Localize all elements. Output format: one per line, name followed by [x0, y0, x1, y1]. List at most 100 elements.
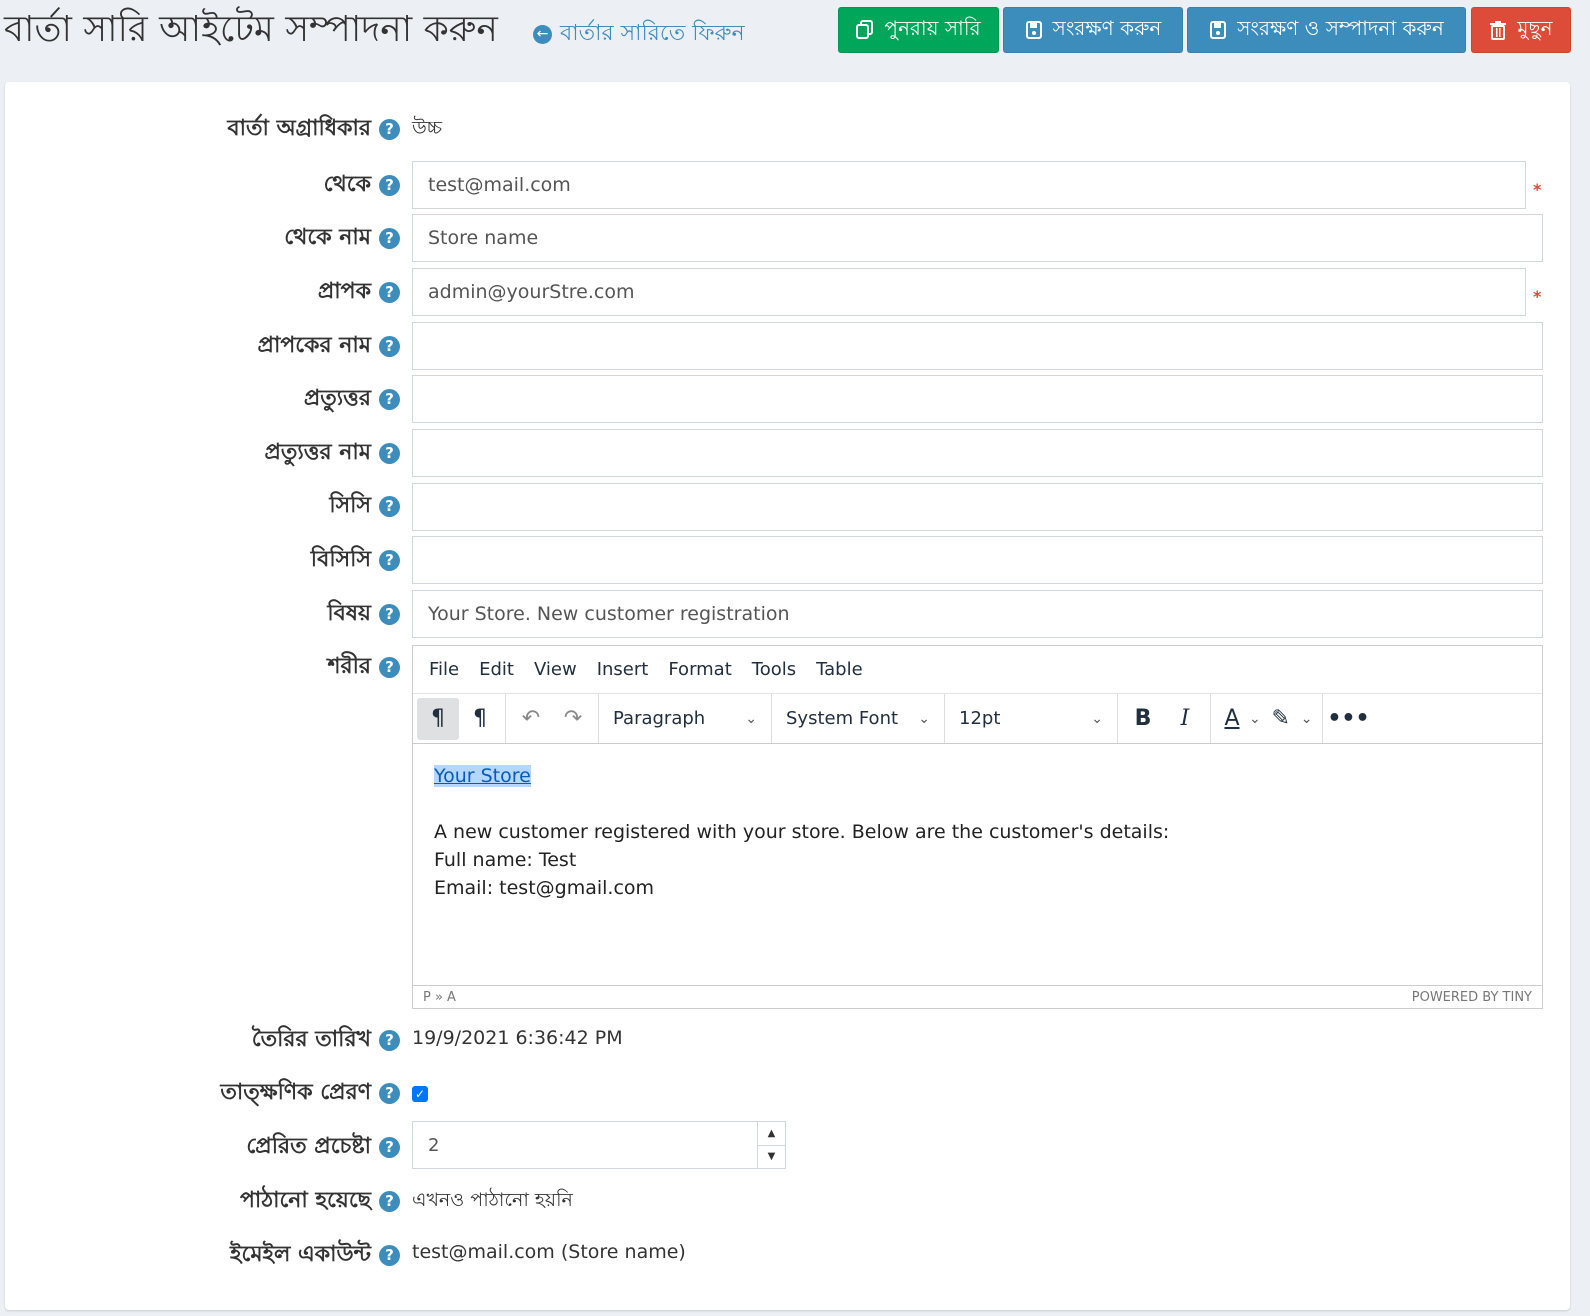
powered-by[interactable]: POWERED BY TINY [1412, 990, 1532, 1005]
help-icon[interactable]: ? [379, 1244, 400, 1266]
chevron-down-icon: ⌄ [918, 710, 930, 727]
ltr-direction-icon[interactable]: ¶ [459, 698, 501, 740]
to-name-label-row: প্রাপকের নাম ? [0, 329, 400, 363]
menu-edit[interactable]: Edit [469, 659, 524, 680]
help-icon[interactable]: ? [379, 174, 400, 196]
from-name-label-row: থেকে নাম ? [0, 221, 400, 255]
editor-content[interactable]: Your Store A new customer registered wit… [413, 744, 1542, 986]
trash-icon [1490, 21, 1507, 40]
help-icon[interactable]: ? [379, 227, 400, 249]
floppy-disk-icon [1210, 21, 1227, 39]
font-size-value: 12pt [959, 708, 1001, 729]
copy-icon [856, 20, 874, 39]
from-name-label: থেকে নাম [284, 224, 371, 250]
help-icon[interactable]: ? [379, 549, 400, 571]
delete-button[interactable]: মুছুন [1471, 7, 1571, 53]
save-and-continue-button[interactable]: সংরক্ষণ ও সম্পাদনা করুন [1187, 7, 1466, 53]
menu-table[interactable]: Table [806, 659, 873, 680]
decrement-arrow-icon[interactable]: ▼ [758, 1146, 785, 1169]
chevron-down-icon[interactable]: ⌄ [1301, 711, 1319, 727]
menu-tools[interactable]: Tools [742, 659, 806, 680]
send-immediately-label-row: তাত্ক্ষণিক প্রেরণ ? [0, 1076, 400, 1110]
from-field[interactable]: test@mail.com [412, 161, 1526, 209]
help-icon[interactable]: ? [379, 1136, 400, 1158]
editor-statusbar: P » A POWERED BY TINY [413, 985, 1542, 1008]
sent-tries-value[interactable]: 2 [413, 1122, 757, 1168]
sent-tries-stepper[interactable]: 2 ▲ ▼ [412, 1121, 786, 1169]
help-icon[interactable]: ? [379, 495, 400, 517]
to-name-field[interactable] [412, 322, 1543, 370]
send-immediately-label: তাত্ক্ষণিক প্রেরণ [220, 1079, 371, 1105]
to-label-row: প্রাপক ? [0, 275, 400, 309]
save-button[interactable]: সংরক্ষণ করুন [1003, 7, 1183, 53]
font-size-select[interactable]: 12pt ⌄ [945, 694, 1118, 743]
reply-to-label-row: প্রত্যুত্তর ? [0, 382, 400, 416]
back-to-queue-link[interactable]: ← বার্তার সারিতে ফিরুন [533, 16, 745, 53]
font-family-select[interactable]: System Font ⌄ [772, 694, 945, 743]
required-marker: * [1533, 287, 1542, 306]
content-line: Email: test@gmail.com [434, 877, 655, 899]
undo-icon[interactable]: ↶ [510, 698, 552, 740]
help-icon[interactable]: ? [379, 335, 400, 357]
priority-label: বার্তা অগ্রাধিকার [227, 115, 371, 141]
from-name-field[interactable]: Store name [412, 214, 1543, 262]
help-icon[interactable]: ? [379, 656, 400, 678]
help-icon[interactable]: ? [379, 388, 400, 410]
reply-to-field[interactable] [412, 375, 1543, 423]
help-icon[interactable]: ? [379, 118, 400, 140]
italic-icon[interactable]: I [1164, 698, 1206, 740]
bcc-field[interactable] [412, 536, 1543, 584]
menu-view[interactable]: View [524, 659, 587, 680]
to-name-label: প্রাপকের নাম [257, 332, 371, 358]
history-group: ↶ ↷ [506, 694, 599, 743]
sent-tries-label: প্রেরিত প্রচেষ্টা [246, 1133, 371, 1159]
send-immediately-checkbox[interactable]: ✓ [412, 1086, 428, 1102]
to-label: প্রাপক [317, 278, 371, 304]
store-link[interactable]: Your Store [434, 765, 531, 787]
editor-toolbar: ¶ ¶ ↶ ↷ Paragraph ⌄ System Font ⌄ 12pt ⌄… [413, 694, 1542, 744]
menu-insert[interactable]: Insert [587, 659, 659, 680]
help-icon[interactable]: ? [379, 603, 400, 625]
help-icon[interactable]: ? [379, 442, 400, 464]
help-icon[interactable]: ? [379, 1082, 400, 1104]
chevron-down-icon: ⌄ [745, 710, 757, 727]
direction-group: ¶ ¶ [413, 694, 506, 743]
highlight-color-icon[interactable]: ✎ [1261, 698, 1301, 740]
subject-field[interactable]: Your Store. New customer registration [412, 590, 1543, 638]
email-account-label-row: ইমেইল একাউন্ট ? [0, 1238, 400, 1272]
chevron-down-icon: ⌄ [1091, 710, 1103, 727]
reply-to-name-label-row: প্রত্যুত্তর নাম ? [0, 436, 400, 470]
menu-file[interactable]: File [419, 659, 469, 680]
cc-label: সিসি [329, 492, 371, 518]
block-format-select[interactable]: Paragraph ⌄ [599, 694, 772, 743]
cc-field[interactable] [412, 483, 1543, 531]
bcc-label-row: বিসিসি ? [0, 543, 400, 577]
menu-format[interactable]: Format [658, 659, 741, 680]
subject-label-row: বিষয় ? [0, 597, 400, 631]
help-icon[interactable]: ? [379, 1190, 400, 1212]
rtl-direction-icon[interactable]: ¶ [417, 697, 459, 740]
bold-icon[interactable]: B [1122, 698, 1164, 740]
color-group: A ⌄ ✎ ⌄ [1211, 694, 1324, 743]
bcc-label: বিসিসি [310, 546, 371, 572]
required-marker: * [1533, 180, 1542, 199]
element-path[interactable]: P » A [423, 990, 456, 1005]
font-family-value: System Font [786, 708, 899, 729]
priority-label-row: বার্তা অগ্রাধিকার ? [0, 112, 400, 146]
email-account-label: ইমেইল একাউন্ট [230, 1241, 371, 1267]
help-icon[interactable]: ? [379, 1029, 400, 1051]
requeue-button[interactable]: পুনরায় সারি [838, 7, 999, 53]
body-label-row: শরীর ? [0, 650, 400, 684]
reply-to-name-field[interactable] [412, 429, 1543, 477]
redo-icon[interactable]: ↷ [552, 698, 594, 740]
reply-to-name-label: প্রত্যুত্তর নাম [264, 439, 371, 465]
text-color-icon[interactable]: A [1215, 698, 1249, 740]
chevron-down-icon[interactable]: ⌄ [1249, 711, 1261, 727]
help-icon[interactable]: ? [379, 281, 400, 303]
subject-label: বিষয় [327, 600, 371, 626]
email-account-value: test@mail.com (Store name) [412, 1241, 686, 1263]
to-field[interactable]: admin@yourStre.com [412, 268, 1526, 316]
more-icon[interactable]: ••• [1327, 698, 1369, 740]
increment-arrow-icon[interactable]: ▲ [758, 1122, 785, 1146]
save-continue-label: সংরক্ষণ ও সম্পাদনা করুন [1237, 15, 1444, 40]
